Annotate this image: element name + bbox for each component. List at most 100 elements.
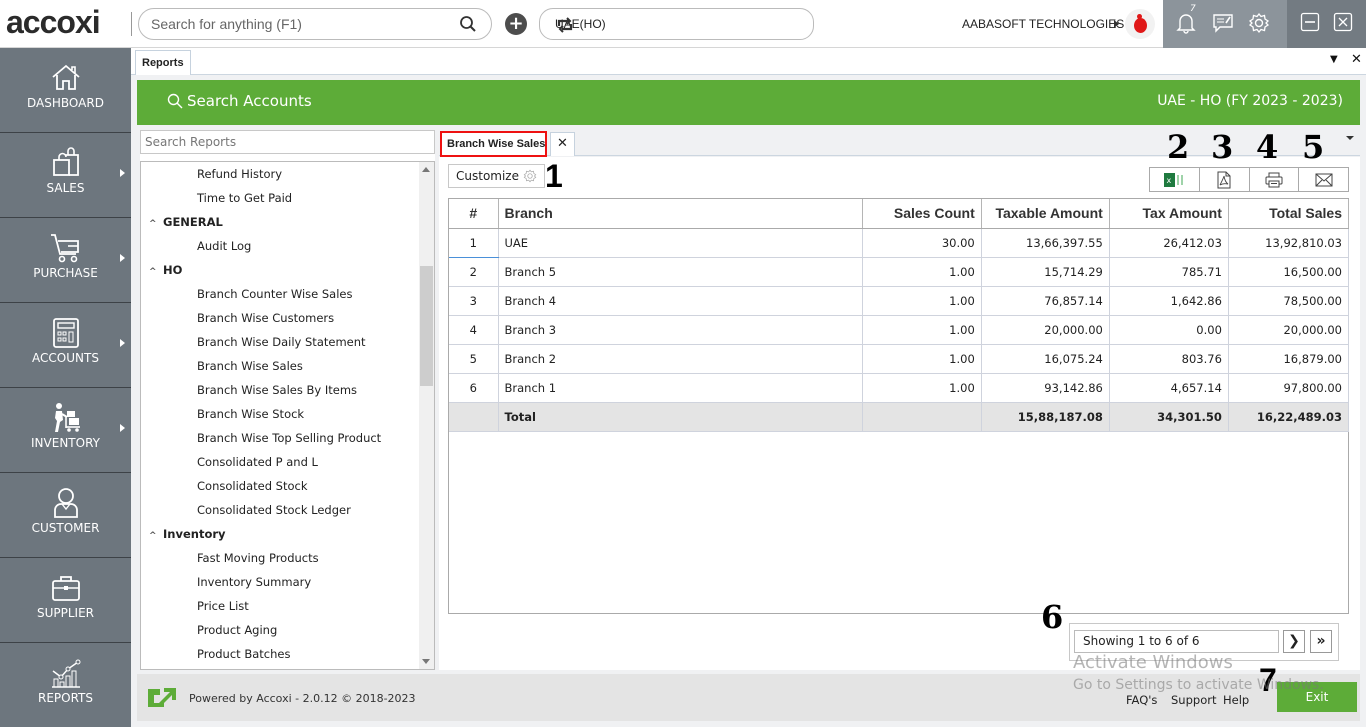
tree-scrollbar[interactable] xyxy=(419,162,434,669)
tree-label: Branch Wise Sales By Items xyxy=(197,383,358,397)
tree-label: Refund History xyxy=(197,167,283,181)
minimize-icon[interactable] xyxy=(1300,12,1320,35)
tree-item[interactable]: Price List xyxy=(197,594,249,618)
bell-icon[interactable] xyxy=(1176,12,1196,37)
caret-right-icon[interactable] xyxy=(1114,20,1119,28)
home-icon xyxy=(50,62,82,94)
tree-item[interactable]: Audit Log xyxy=(197,234,251,258)
customize-button[interactable]: Customize xyxy=(448,164,545,188)
tree-group[interactable]: ^ HO xyxy=(149,258,182,282)
notification-count: 7 xyxy=(1190,4,1196,14)
message-icon[interactable] xyxy=(1212,12,1234,37)
search-reports[interactable] xyxy=(140,130,435,154)
last-page-button[interactable]: » xyxy=(1310,630,1332,653)
close-tab-icon[interactable]: ✕ xyxy=(1351,52,1362,67)
excel-icon: x xyxy=(1164,172,1184,187)
tree-item[interactable]: Time to Get Paid xyxy=(197,186,292,210)
column-header[interactable]: Branch xyxy=(498,199,863,229)
sidebar-item-inventory[interactable]: INVENTORY xyxy=(0,388,131,473)
next-page-button[interactable]: ❯ xyxy=(1283,630,1305,653)
branch-selector[interactable]: UAE(HO) xyxy=(539,8,814,40)
export-toolbar: x xyxy=(1149,167,1349,192)
table-cell: 1.00 xyxy=(862,315,982,345)
tree-label: Consolidated P and L xyxy=(197,455,318,469)
tree-item[interactable]: Refund History xyxy=(197,162,282,186)
table-row[interactable]: 6 Branch 1 1.00 93,142.86 4,657.14 97,800.00 xyxy=(449,373,1350,403)
faq-link[interactable]: FAQ's xyxy=(1126,693,1157,707)
tree-item[interactable]: Branch Wise Sales xyxy=(197,354,303,378)
table-cell: 4,657.14 xyxy=(1109,373,1229,403)
scroll-thumb[interactable] xyxy=(420,266,433,386)
table-row[interactable]: 1 UAE 30.00 13,66,397.55 26,412.03 13,92,810.… xyxy=(449,228,1350,258)
search-reports-input[interactable] xyxy=(141,131,434,153)
tree-item[interactable]: Product Batches xyxy=(197,642,290,666)
sidebar-item-label: SUPPLIER xyxy=(36,606,95,620)
column-header[interactable]: Total Sales xyxy=(1228,199,1350,229)
sidebar-item-sales[interactable]: SALES xyxy=(0,133,131,218)
tree-label: Fast Moving Products xyxy=(197,551,319,565)
tree-item[interactable]: Branch Wise Stock xyxy=(197,402,304,426)
search-accounts-button[interactable]: Search Accounts xyxy=(167,92,312,110)
tab-dropdown-icon[interactable]: ▼ xyxy=(1330,54,1338,65)
collapse-caret-icon[interactable]: ^ xyxy=(149,524,163,548)
export-pdf-button[interactable] xyxy=(1200,168,1250,191)
company-avatar[interactable] xyxy=(1125,9,1155,39)
table-row[interactable]: 4 Branch 3 1.00 20,000.00 0.00 20,000.00 xyxy=(449,315,1350,345)
tree-item[interactable]: Product Aging xyxy=(197,618,277,642)
gear-icon[interactable] xyxy=(1248,12,1270,37)
tree-item[interactable]: Consolidated Stock Ledger xyxy=(197,498,351,522)
sidebar-item-dashboard[interactable]: DASHBOARD xyxy=(0,48,131,133)
help-link[interactable]: Help xyxy=(1223,693,1249,707)
column-header[interactable]: Taxable Amount xyxy=(981,199,1110,229)
tree-item[interactable]: Consolidated Stock xyxy=(197,474,308,498)
tree-item[interactable]: Branch Wise Customers xyxy=(197,306,334,330)
sidebar-item-reports[interactable]: REPORTS xyxy=(0,643,131,728)
tree-item[interactable]: Branch Wise Top Selling Product xyxy=(197,426,381,450)
global-search-input[interactable] xyxy=(151,16,451,32)
add-new-button[interactable]: + xyxy=(505,13,527,35)
collapse-caret-icon[interactable]: ^ xyxy=(149,212,163,236)
table-row[interactable]: 3 Branch 4 1.00 76,857.14 1,642.86 78,500.00 xyxy=(449,286,1350,316)
tree-item[interactable]: Branch Wise Sales By Items xyxy=(197,378,357,402)
sidebar-item-accounts[interactable]: ACCOUNTS xyxy=(0,303,131,388)
tree-label: Time to Get Paid xyxy=(197,191,293,205)
sidebar-item-supplier[interactable]: SUPPLIER xyxy=(0,558,131,643)
tab-branch-wise-sales[interactable]: Branch Wise Sales xyxy=(440,131,547,157)
tree-group[interactable]: ^ Inventory xyxy=(149,522,226,546)
tree-item[interactable]: Branch Wise Daily Statement xyxy=(197,330,366,354)
table-cell: 6 xyxy=(449,373,499,403)
email-button[interactable] xyxy=(1299,168,1348,191)
table-row[interactable]: 2 Branch 5 1.00 15,714.29 785.71 16,500.00 xyxy=(449,257,1350,287)
tree-item[interactable]: Branch Counter Wise Sales xyxy=(197,282,352,306)
tree-label: Branch Wise Stock xyxy=(197,407,305,421)
scroll-up-icon[interactable] xyxy=(422,167,430,172)
tree-item[interactable]: Consolidated P and L xyxy=(197,450,318,474)
sidebar-item-customer[interactable]: CUSTOMER xyxy=(0,473,131,558)
tree-label: Inventory Summary xyxy=(197,575,312,589)
tree-item[interactable]: Inventory Summary xyxy=(197,570,311,594)
tab-reports[interactable]: Reports xyxy=(135,50,191,76)
table-cell: 97,800.00 xyxy=(1228,373,1350,403)
print-button[interactable] xyxy=(1250,168,1300,191)
global-search[interactable] xyxy=(138,8,492,40)
switch-branch-icon[interactable] xyxy=(555,15,805,38)
column-header[interactable]: Tax Amount xyxy=(1109,199,1229,229)
close-report-tab-icon[interactable]: ✕ xyxy=(550,132,575,156)
search-icon[interactable] xyxy=(459,15,477,36)
scroll-down-icon[interactable] xyxy=(422,659,430,664)
collapse-caret-icon[interactable]: ^ xyxy=(149,260,163,284)
table-cell: 13,66,397.55 xyxy=(981,228,1110,258)
close-window-icon[interactable] xyxy=(1333,12,1353,35)
export-excel-button[interactable]: x xyxy=(1150,168,1200,191)
divider xyxy=(131,12,132,36)
company-name[interactable]: AABASOFT TECHNOLOGIES xyxy=(962,17,1124,31)
report-tab-dropdown-icon[interactable] xyxy=(1346,136,1354,140)
customize-label: Customize xyxy=(456,169,519,183)
table-row[interactable]: 5 Branch 2 1.00 16,075.24 803.76 16,879.00 xyxy=(449,344,1350,374)
column-header[interactable]: Sales Count xyxy=(862,199,982,229)
tree-item[interactable]: Fast Moving Products xyxy=(197,546,319,570)
support-link[interactable]: Support xyxy=(1171,693,1216,707)
sidebar-item-purchase[interactable]: PURCHASE xyxy=(0,218,131,303)
tree-group[interactable]: ^ GENERAL xyxy=(149,210,223,234)
column-header[interactable]: # xyxy=(449,199,499,229)
